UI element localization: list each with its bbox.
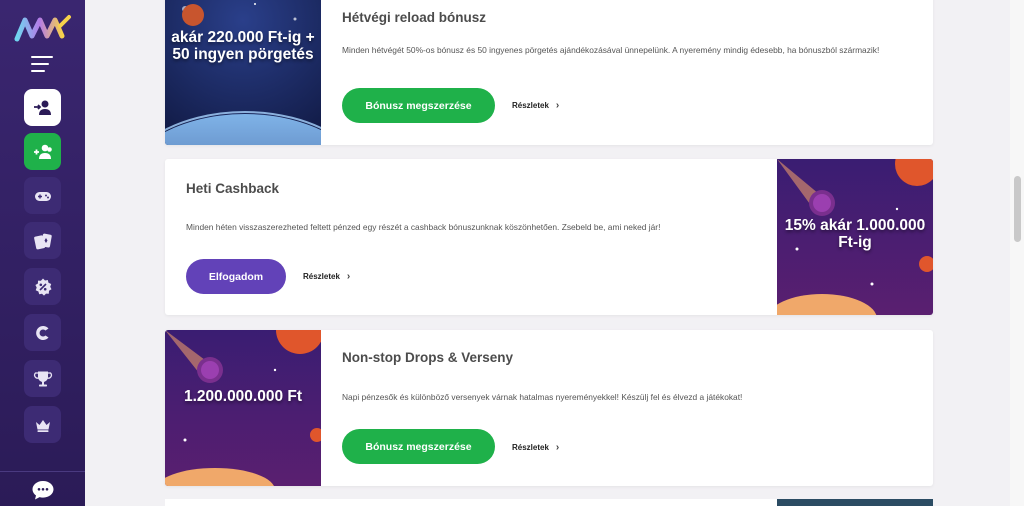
details-label: Részletek bbox=[512, 443, 549, 452]
accept-button[interactable]: Elfogadom bbox=[186, 259, 286, 294]
brand-logo[interactable] bbox=[14, 12, 72, 44]
card-description: Minden hétvégét 50%-os bónusz és 50 ingy… bbox=[342, 45, 880, 55]
promo-image-drops: 1.200.000.000 Ft bbox=[165, 330, 321, 486]
games-icon bbox=[34, 191, 51, 201]
promo-image-text: 1.200.000.000 Ft bbox=[183, 388, 303, 405]
login-icon bbox=[33, 100, 51, 115]
details-link[interactable]: Részletek › bbox=[512, 100, 559, 111]
details-link[interactable]: Részletek › bbox=[303, 271, 350, 282]
promo-image-text: 15% akár 1.000.000 Ft-ig bbox=[784, 217, 926, 252]
sidebar-item-login[interactable] bbox=[24, 89, 61, 126]
promo-card-weekly-cashback: Heti Cashback Minden héten visszaszerezh… bbox=[165, 159, 933, 315]
card-title: Heti Cashback bbox=[186, 181, 280, 196]
register-icon bbox=[33, 144, 52, 159]
chevron-right-icon: › bbox=[346, 271, 351, 282]
card-title: Non-stop Drops & Verseny bbox=[342, 350, 514, 365]
promo-card-weekend-reload: akár 220.000 Ft-ig + 50 ingyen pörgetés … bbox=[165, 0, 933, 145]
promotions-icon bbox=[34, 278, 51, 296]
scrollbar[interactable] bbox=[1010, 0, 1024, 506]
chat-icon[interactable] bbox=[31, 479, 55, 501]
chevron-right-icon: › bbox=[555, 442, 560, 453]
vip-crown-icon bbox=[35, 419, 50, 432]
card-description: Napi pénzesők és különböző versenyek vár… bbox=[342, 392, 743, 402]
sidebar-item-register[interactable] bbox=[24, 133, 61, 170]
chevron-right-icon: › bbox=[555, 100, 560, 111]
details-label: Részletek bbox=[303, 272, 340, 281]
cards-icon bbox=[33, 233, 52, 249]
sidebar-item-vip[interactable] bbox=[24, 406, 61, 443]
sidebar-item-tournaments[interactable] bbox=[24, 360, 61, 397]
hamburger-menu-icon[interactable] bbox=[31, 56, 53, 74]
scrollbar-thumb[interactable] bbox=[1014, 176, 1021, 242]
trophy-icon bbox=[33, 371, 52, 386]
sidebar-item-games[interactable] bbox=[24, 177, 61, 214]
details-label: Részletek bbox=[512, 101, 549, 110]
sidebar-divider bbox=[0, 471, 85, 472]
promo-image-cashback: 15% akár 1.000.000 Ft-ig bbox=[777, 159, 933, 315]
promo-image-weekend: akár 220.000 Ft-ig + 50 ingyen pörgetés bbox=[165, 0, 321, 145]
get-bonus-button[interactable]: Bónusz megszerzése bbox=[342, 88, 495, 123]
get-bonus-button[interactable]: Bónusz megszerzése bbox=[342, 429, 495, 464]
details-link[interactable]: Részletek › bbox=[512, 442, 559, 453]
card-title: Hétvégi reload bónusz bbox=[342, 10, 487, 25]
sidebar-item-casino[interactable] bbox=[24, 314, 61, 351]
casino-icon bbox=[35, 325, 48, 340]
sidebar-item-promotions[interactable] bbox=[24, 268, 61, 305]
card-description: Minden héten visszaszerezheted feltett p… bbox=[186, 222, 661, 232]
sidebar bbox=[0, 0, 85, 506]
sidebar-item-cards[interactable] bbox=[24, 222, 61, 259]
promo-image-text: akár 220.000 Ft-ig + 50 ingyen pörgetés bbox=[171, 29, 315, 64]
promo-card-drops-tournament: 1.200.000.000 Ft Non-stop Drops & Versen… bbox=[165, 330, 933, 486]
promo-image-next bbox=[777, 499, 933, 506]
